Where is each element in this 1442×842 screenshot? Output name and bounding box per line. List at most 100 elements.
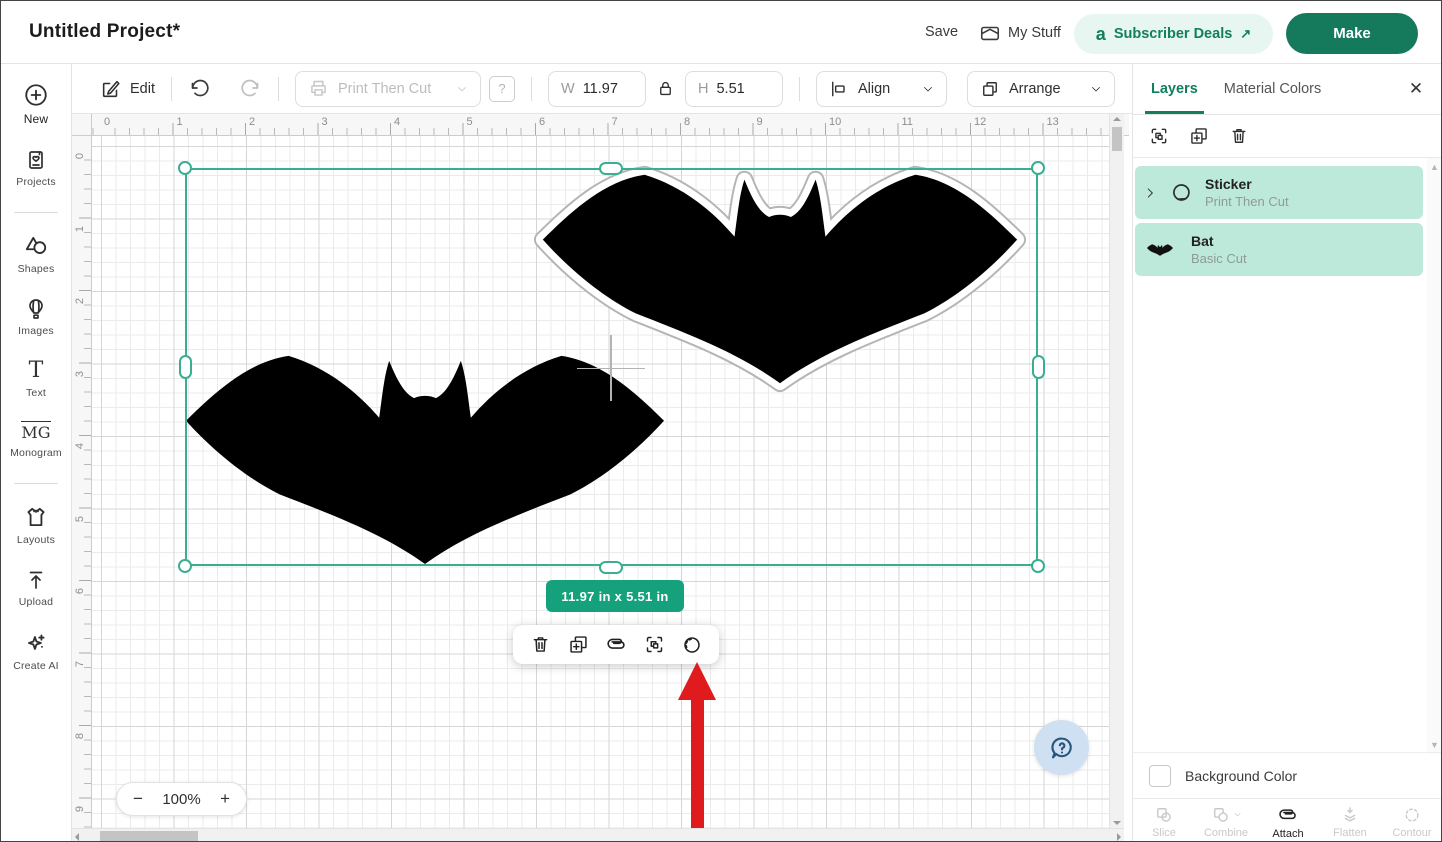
sidebar-item-monogram[interactable]: MG Monogram — [1, 421, 71, 459]
scroll-up-arrow[interactable] — [1113, 117, 1121, 121]
layer-operation: Print Then Cut — [1205, 194, 1289, 209]
select-layers-icon[interactable] — [1149, 126, 1169, 146]
zoom-out-button[interactable]: − — [133, 789, 143, 809]
layer-row-sticker[interactable]: Sticker Print Then Cut — [1135, 166, 1423, 219]
action-flatten[interactable]: Flatten — [1319, 799, 1381, 842]
sidebar-item-label: Projects — [16, 176, 56, 188]
action-contour[interactable]: Contour — [1381, 799, 1442, 842]
arrange-dropdown[interactable]: Arrange — [967, 71, 1115, 107]
selection-handle-left[interactable] — [179, 355, 192, 379]
height-label: H — [698, 81, 708, 97]
ruler-top-number: 12 — [974, 116, 986, 128]
edit-label: Edit — [130, 81, 155, 97]
project-title[interactable]: Untitled Project* — [29, 21, 180, 43]
sidebar-item-label: Text — [26, 387, 46, 399]
redo-button[interactable] — [238, 77, 262, 101]
background-color-label: Background Color — [1185, 768, 1297, 784]
duplicate-layer-icon[interactable] — [1189, 126, 1209, 146]
background-color-checkbox[interactable] — [1149, 765, 1171, 787]
tab-material-colors[interactable]: Material Colors — [1224, 64, 1322, 114]
chevron-down-icon — [1233, 810, 1242, 819]
zoom-in-button[interactable]: + — [220, 789, 230, 809]
selection-handle-right[interactable] — [1032, 355, 1045, 379]
ruler-top-number: 4 — [394, 116, 400, 128]
selection-size-badge: 11.97 in x 5.51 in — [546, 580, 684, 612]
sidebar-item-label: Shapes — [18, 263, 55, 275]
ruler-top-number: 8 — [684, 116, 690, 128]
width-field[interactable]: W 11.97 — [548, 71, 646, 107]
layer-list-scrollbar[interactable]: ▲ ▼ — [1427, 158, 1441, 754]
align-dropdown[interactable]: Align — [816, 71, 947, 107]
scroll-down-arrow[interactable] — [1113, 821, 1121, 825]
attach-icon — [1277, 804, 1299, 826]
height-field[interactable]: H 5.51 — [685, 71, 783, 107]
help-button[interactable] — [1034, 720, 1089, 775]
selection-handle-top[interactable] — [599, 162, 623, 175]
sidebar-item-images[interactable]: Images — [1, 297, 71, 337]
operation-dropdown[interactable]: Print Then Cut — [295, 71, 481, 107]
select-similar-icon[interactable] — [639, 630, 669, 660]
lock-icon[interactable] — [656, 79, 675, 98]
ruler-left-number: 0 — [74, 149, 86, 163]
scroll-up-arrow[interactable]: ▲ — [1430, 162, 1439, 172]
flatten-icon — [1340, 805, 1360, 825]
pen-square-icon — [100, 78, 122, 100]
duplicate-icon[interactable] — [563, 630, 593, 660]
sticker-icon[interactable] — [677, 630, 707, 660]
trash-icon[interactable] — [525, 630, 555, 660]
bat-cut-object[interactable] — [186, 352, 664, 564]
ruler-top-number: 11 — [902, 116, 913, 128]
selection-handle-bottom-left[interactable] — [178, 559, 192, 573]
make-button[interactable]: Make — [1286, 13, 1418, 54]
tab-layers[interactable]: Layers — [1151, 64, 1198, 114]
scroll-down-arrow[interactable]: ▼ — [1430, 740, 1439, 750]
selection-handle-bottom[interactable] — [599, 561, 623, 574]
shapes-icon — [23, 233, 49, 259]
horizontal-scroll-thumb[interactable] — [100, 831, 198, 841]
layer-operation: Basic Cut — [1191, 251, 1247, 266]
sidebar-item-text[interactable]: T Text — [1, 359, 71, 399]
ruler-top: 012345678910111213 — [92, 114, 1129, 136]
action-slice[interactable]: Slice — [1133, 799, 1195, 842]
vertical-scroll-thumb[interactable] — [1112, 127, 1122, 151]
delete-layer-icon[interactable] — [1229, 126, 1249, 146]
sidebar-divider — [14, 212, 58, 213]
subscriber-deals-button[interactable]: a Subscriber Deals ↗ — [1074, 14, 1273, 54]
close-icon[interactable]: ✕ — [1405, 78, 1427, 100]
action-combine[interactable]: Combine — [1195, 799, 1257, 842]
canvas-vertical-scrollbar[interactable] — [1109, 114, 1124, 828]
selection-handle-top-left[interactable] — [178, 161, 192, 175]
my-stuff-label: My Stuff — [1008, 25, 1061, 41]
width-value: 11.97 — [583, 81, 618, 97]
layers-panel: Layers Material Colors ✕ Sticker Print T… — [1132, 64, 1442, 842]
my-stuff-button[interactable]: My Stuff — [979, 22, 1061, 44]
sidebar-item-upload[interactable]: Upload — [1, 568, 71, 608]
scroll-left-arrow[interactable] — [75, 833, 79, 841]
panel-tabs: Layers Material Colors ✕ — [1133, 64, 1442, 115]
sidebar-item-new[interactable]: New — [1, 82, 71, 126]
edit-button[interactable]: Edit — [100, 78, 155, 100]
zoom-level: 100% — [162, 791, 200, 808]
chevron-right-icon[interactable] — [1135, 186, 1165, 200]
selection-handle-top-right[interactable] — [1031, 161, 1045, 175]
width-label: W — [561, 81, 575, 97]
sidebar-item-label: Upload — [19, 596, 53, 608]
make-label: Make — [1333, 25, 1371, 42]
undo-button[interactable] — [188, 77, 212, 101]
ruler-top-number: 9 — [757, 116, 763, 128]
height-value: 5.51 — [716, 81, 744, 97]
sidebar-item-projects[interactable]: Projects — [1, 148, 71, 188]
operation-help-button[interactable]: ? — [489, 76, 515, 102]
sidebar-item-create-ai[interactable]: Create AI — [1, 630, 71, 672]
attach-icon[interactable] — [601, 630, 631, 660]
canvas-horizontal-scrollbar[interactable] — [72, 828, 1124, 842]
selection-handle-bottom-right[interactable] — [1031, 559, 1045, 573]
sidebar-item-layouts[interactable]: Layouts — [1, 504, 71, 546]
sidebar-item-label: Monogram — [10, 447, 62, 459]
sidebar-item-shapes[interactable]: Shapes — [1, 233, 71, 275]
layer-row-bat[interactable]: Bat Basic Cut — [1135, 223, 1423, 276]
save-button[interactable]: Save — [925, 24, 958, 40]
action-attach[interactable]: Attach — [1257, 799, 1319, 842]
ruler-left-number: 4 — [74, 439, 86, 453]
scroll-right-arrow[interactable] — [1117, 833, 1121, 841]
